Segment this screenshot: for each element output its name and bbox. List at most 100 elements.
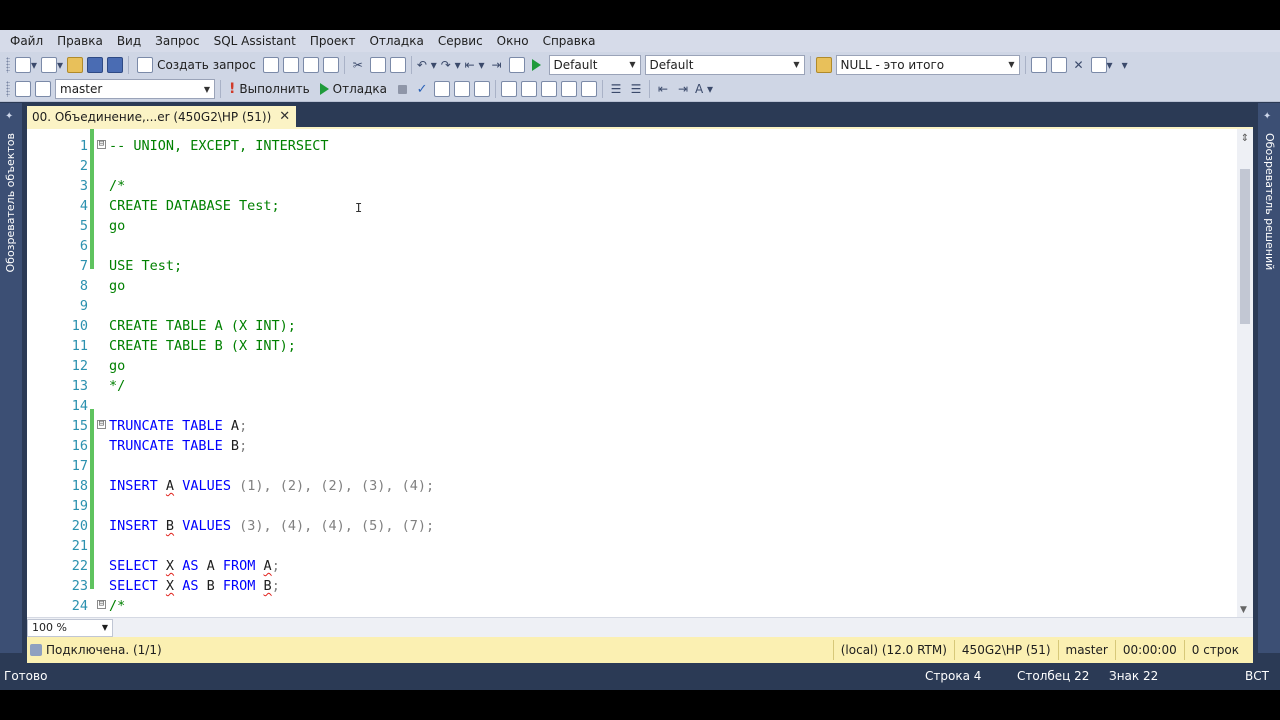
code-text: USE Test; xyxy=(109,258,183,274)
navigate-button[interactable]: ⇤ ▾ xyxy=(463,55,487,75)
menu-tools[interactable]: Сервис xyxy=(431,30,490,52)
cut-button[interactable]: ✂ xyxy=(348,55,368,75)
solution-explorer-label[interactable]: Обозреватель решений xyxy=(1262,133,1276,270)
display-plan-button[interactable] xyxy=(432,79,452,99)
split-icon[interactable]: ⇕ xyxy=(1239,133,1251,147)
properties-button[interactable]: ▾ xyxy=(1089,55,1115,75)
object-explorer-collapsed[interactable]: ✦ Обозреватель объектов xyxy=(0,103,22,653)
menu-debug[interactable]: Отладка xyxy=(362,30,430,52)
database-combo[interactable]: master ▼ xyxy=(55,79,215,99)
object-explorer-button[interactable] xyxy=(1049,55,1069,75)
parse-button[interactable]: ✓ xyxy=(412,79,432,99)
toolbox-button[interactable]: ✕ xyxy=(1069,55,1089,75)
explorer-icon xyxy=(1050,56,1067,73)
code-line: 16 TRUNCATE TABLE B; xyxy=(27,436,1237,456)
scrollbar-thumb[interactable] xyxy=(1240,169,1250,324)
intellisense-button[interactable] xyxy=(472,79,492,99)
menu-edit[interactable]: Правка xyxy=(50,30,110,52)
increase-indent-button[interactable]: ⇥ xyxy=(673,79,693,99)
punctuation: ; xyxy=(239,418,248,434)
execute-button[interactable]: ! Выполнить xyxy=(224,79,315,99)
solution-config-combo[interactable]: Default ▼ xyxy=(548,54,641,75)
results-grid-button[interactable] xyxy=(559,79,579,99)
open-file-button[interactable] xyxy=(65,55,85,75)
line-number: 21 xyxy=(71,538,88,554)
solution-explorer-collapsed[interactable]: ✦ Обозреватель решений xyxy=(1258,103,1280,653)
connect-button[interactable] xyxy=(13,79,33,99)
object-explorer-label[interactable]: Обозреватель объектов xyxy=(4,133,18,273)
toolbar-grip[interactable] xyxy=(6,56,10,73)
db-engine-query-button[interactable] xyxy=(261,55,281,75)
activity-monitor-button[interactable] xyxy=(507,55,527,75)
close-icon[interactable]: ✕ xyxy=(279,109,290,124)
zoom-combo[interactable]: 100 % ▼ xyxy=(27,618,113,637)
results-file-button[interactable] xyxy=(579,79,599,99)
platform-combo[interactable]: Default ▼ xyxy=(644,54,805,75)
copy-button[interactable] xyxy=(368,55,388,75)
new-project-button[interactable]: ▾ xyxy=(13,55,39,75)
code-line: 12 go xyxy=(27,356,1237,376)
chevron-down-icon[interactable]: ▼ xyxy=(1240,605,1247,615)
paste-button[interactable] xyxy=(388,55,408,75)
keyword: FROM xyxy=(222,578,256,594)
query-designer-button[interactable] xyxy=(452,79,472,99)
code-line: 10 CREATE TABLE A (X INT); xyxy=(27,316,1237,336)
disconnect-button[interactable] xyxy=(33,79,53,99)
cancel-query-button[interactable] xyxy=(392,79,412,99)
start-debug-button[interactable] xyxy=(527,55,547,75)
collapse-icon[interactable]: ⊟ xyxy=(97,420,106,429)
tab-query[interactable]: 00. Объединение,...er (450G2\HP (51)) ✕ xyxy=(27,106,297,127)
identifier: B xyxy=(165,518,175,534)
menu-project[interactable]: Проект xyxy=(303,30,363,52)
pin-icon[interactable]: ✦ xyxy=(1263,111,1275,123)
find-combo[interactable]: NULL - это итого ▼ xyxy=(835,54,1020,75)
toolbar-separator xyxy=(602,80,604,98)
specify-values-button[interactable]: A ▾ xyxy=(693,79,715,99)
values-list: (1), (2), (2), (3), (4); xyxy=(239,478,435,494)
zoom-value: 100 % xyxy=(32,621,67,634)
save-all-button[interactable] xyxy=(105,55,125,75)
toolbar-separator xyxy=(128,55,130,74)
registered-servers-button[interactable] xyxy=(1029,55,1049,75)
menu-view[interactable]: Вид xyxy=(110,30,148,52)
comment-button[interactable]: ☰ xyxy=(606,79,626,99)
navigate-forward-button[interactable]: ⇥ xyxy=(487,55,507,75)
toolbar-overflow-button[interactable]: ▾ xyxy=(1115,55,1135,75)
code-text: TRUNCATE TABLE A; xyxy=(109,416,247,436)
client-stats-button[interactable] xyxy=(519,79,539,99)
save-button[interactable] xyxy=(85,55,105,75)
identifier: A xyxy=(165,478,175,494)
collapse-icon[interactable]: ⊟ xyxy=(97,600,106,609)
horizontal-scrollbar[interactable] xyxy=(113,620,1253,636)
line-number: 2 xyxy=(79,158,88,174)
sql-editor[interactable]: 1 ⊟ -- UNION, EXCEPT, INTERSECT 2 3/* 4 CRE… xyxy=(27,129,1237,617)
add-item-button[interactable]: ▾ xyxy=(39,55,65,75)
include-plan-button[interactable] xyxy=(499,79,519,99)
connect-icon xyxy=(15,81,31,97)
line-number: 3 xyxy=(79,178,88,194)
mdx-query-button[interactable] xyxy=(301,55,321,75)
results-text-button[interactable] xyxy=(539,79,559,99)
toolbar-grip[interactable] xyxy=(6,81,10,97)
menu-help[interactable]: Справка xyxy=(536,30,603,52)
menu-query[interactable]: Запрос xyxy=(148,30,206,52)
analysis-query-button[interactable] xyxy=(281,55,301,75)
undo-button[interactable]: ↶ ▾ xyxy=(415,55,439,75)
keyword: FROM xyxy=(222,558,256,574)
debug-button[interactable]: Отладка xyxy=(315,79,392,99)
uncomment-button[interactable]: ☰ xyxy=(626,79,646,99)
menu-file[interactable]: Файл xyxy=(3,30,50,52)
dmx-query-button[interactable] xyxy=(321,55,341,75)
pin-icon[interactable]: ✦ xyxy=(5,111,17,123)
menu-sql-assistant[interactable]: SQL Assistant xyxy=(207,30,303,52)
collapse-icon[interactable]: ⊟ xyxy=(97,140,106,149)
find-in-files-button[interactable] xyxy=(814,55,834,75)
menu-window[interactable]: Окно xyxy=(490,30,536,52)
code-line: 5 go xyxy=(27,216,1237,236)
new-query-button[interactable]: Создать запрос xyxy=(132,55,261,75)
check-icon: ✓ xyxy=(416,81,428,97)
toolbar-separator xyxy=(220,80,221,98)
vertical-scrollbar[interactable]: ⇕ ▼ xyxy=(1237,129,1253,617)
decrease-indent-button[interactable]: ⇤ xyxy=(653,79,673,99)
redo-button[interactable]: ↷ ▾ xyxy=(439,55,463,75)
